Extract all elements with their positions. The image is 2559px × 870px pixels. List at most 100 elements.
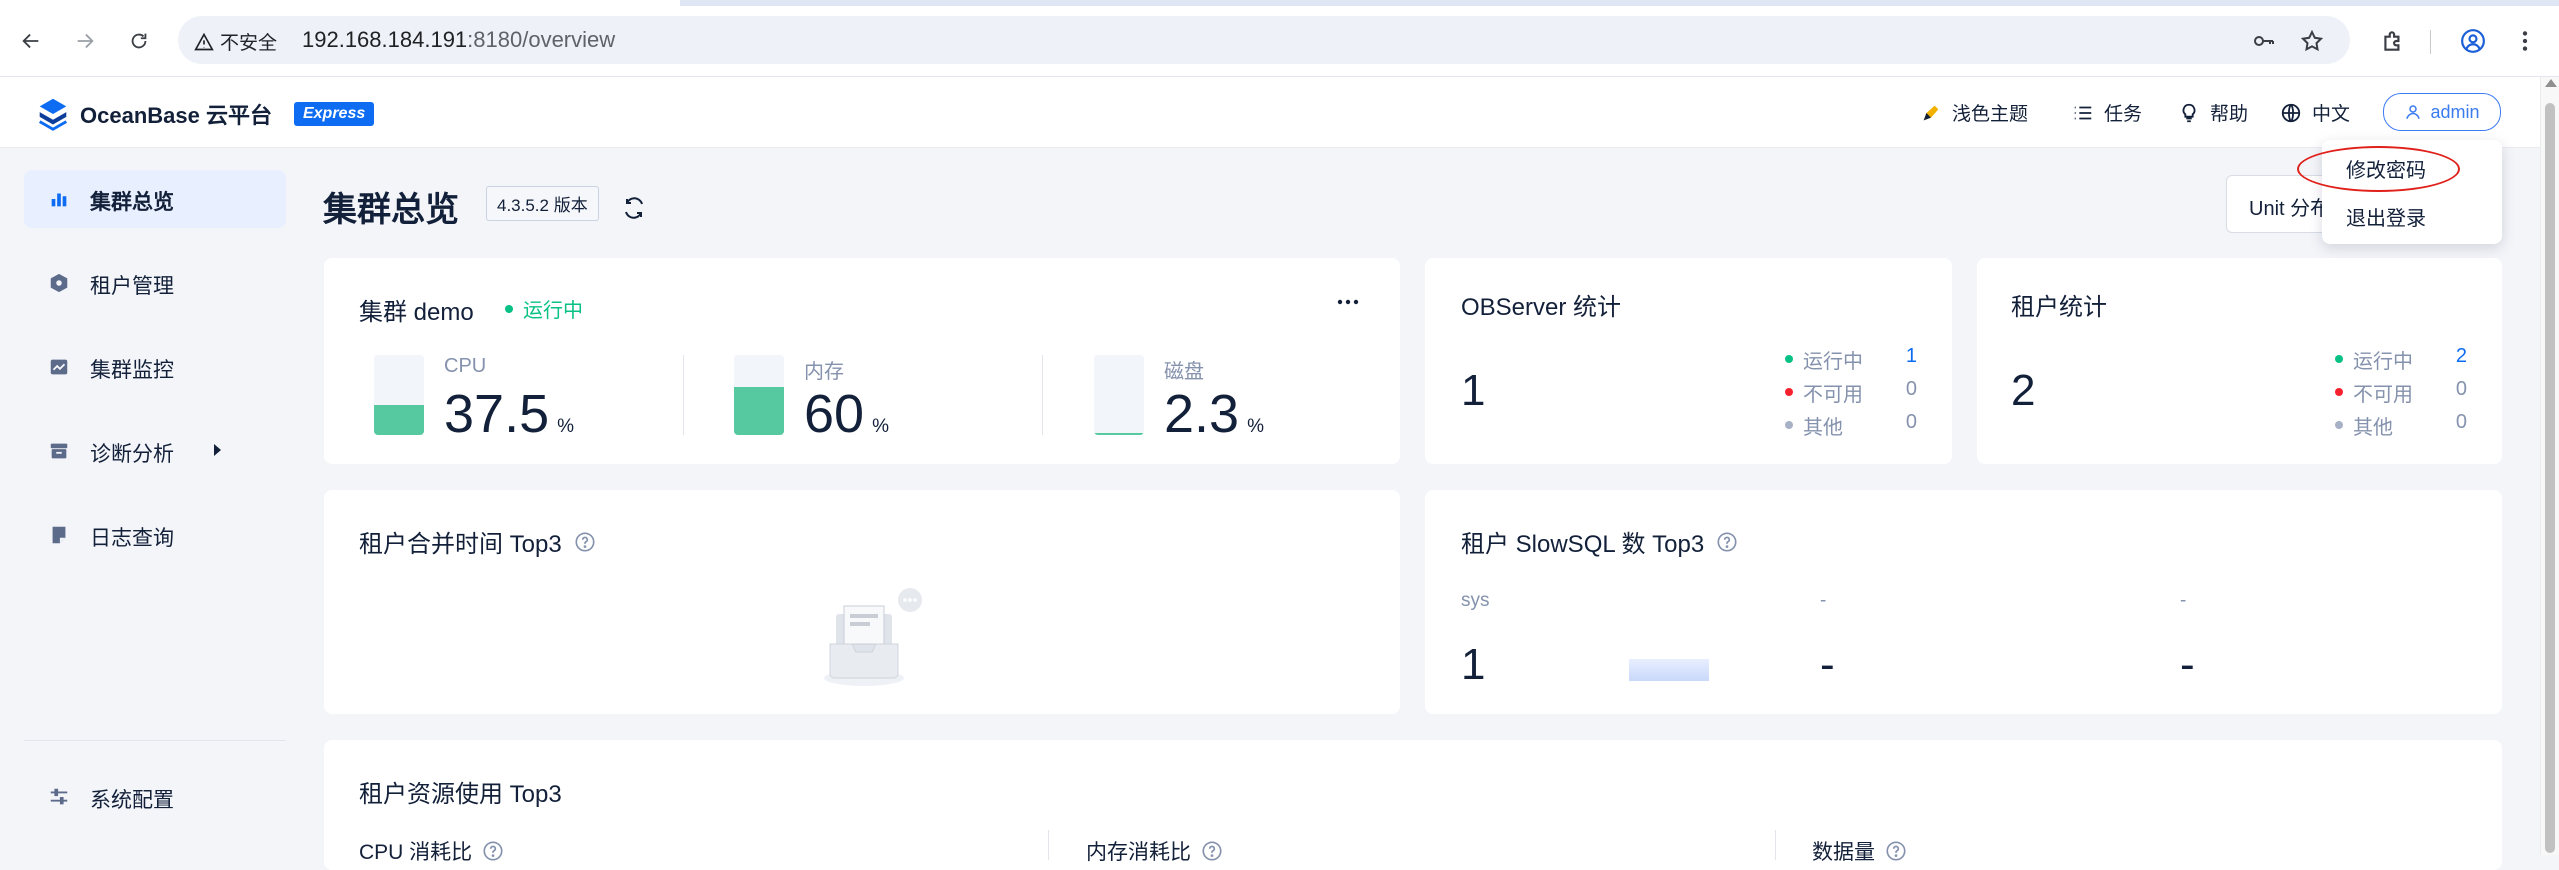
slowsql-count: 1 bbox=[1461, 640, 1486, 689]
resource-col-cpu: CPU 消耗比 bbox=[359, 836, 504, 866]
cluster-status: 运行中 bbox=[505, 294, 583, 323]
oceanbase-logo-icon bbox=[38, 98, 68, 131]
metric-number: 60 bbox=[804, 384, 865, 444]
url-text[interactable]: 192.168.184.191:8180/overview bbox=[302, 27, 615, 53]
help-link[interactable]: 帮助 bbox=[2178, 99, 2248, 126]
url-host: 192.168.184.191 bbox=[302, 27, 468, 52]
cluster-title: 集群 demo bbox=[359, 299, 474, 326]
metric-number: 37.5 bbox=[444, 384, 550, 444]
help-circle-icon[interactable] bbox=[482, 840, 504, 862]
status-label: 其他 bbox=[2353, 417, 2393, 439]
metric-unit: % bbox=[1247, 416, 1264, 437]
metric-label: CPU bbox=[444, 355, 487, 377]
status-count: 1 bbox=[1905, 345, 1917, 367]
highlight-annotation bbox=[2297, 146, 2460, 192]
merge-card-title: 租户合并时间 Top3 bbox=[359, 524, 596, 559]
reload-icon[interactable] bbox=[126, 28, 152, 54]
resource-col-label: CPU 消耗比 bbox=[359, 841, 473, 864]
metric-label: 磁盘 bbox=[1164, 361, 1204, 383]
metric-value: 60% bbox=[804, 387, 889, 441]
logout-item[interactable]: 退出登录 bbox=[2346, 202, 2426, 231]
observer-total: 1 bbox=[1461, 366, 1486, 415]
help-circle-icon[interactable] bbox=[1885, 840, 1907, 862]
slowsql-card-title-text: 租户 SlowSQL 数 Top3 bbox=[1461, 531, 1705, 558]
help-circle-icon[interactable] bbox=[574, 531, 596, 553]
theme-switch[interactable]: 浅色主题 bbox=[1920, 99, 2028, 126]
language-switch[interactable]: 中文 bbox=[2280, 99, 2350, 126]
empty-data-icon bbox=[824, 588, 922, 686]
bar-chart-icon bbox=[48, 188, 70, 210]
metric-value: 37.5% bbox=[444, 387, 574, 441]
cluster-status-label: 运行中 bbox=[523, 300, 583, 322]
sidebar-item-cluster-overview[interactable]: 集群总览 bbox=[24, 170, 286, 228]
resource-divider bbox=[1048, 830, 1049, 860]
status-row-other: 其他 0 bbox=[2335, 411, 2467, 444]
status-dot bbox=[1785, 421, 1793, 429]
help-circle-icon[interactable] bbox=[1201, 840, 1223, 862]
sidebar-item-diagnosis[interactable]: 诊断分析 bbox=[24, 422, 286, 480]
refresh-icon[interactable] bbox=[622, 196, 646, 220]
status-label: 不可用 bbox=[1803, 384, 1863, 406]
language-label: 中文 bbox=[2312, 104, 2351, 125]
help-circle-icon[interactable] bbox=[1716, 531, 1738, 553]
cpu-gauge-fill bbox=[374, 405, 424, 435]
back-arrow-icon[interactable] bbox=[18, 28, 44, 54]
metric-divider bbox=[1042, 355, 1043, 435]
observer-status-list: 运行中 1 不可用 0 其他 0 bbox=[1785, 345, 1917, 444]
address-bar[interactable]: 不安全 192.168.184.191:8180/overview bbox=[178, 16, 2350, 64]
scroll-up-arrow-icon[interactable] bbox=[2545, 79, 2557, 87]
toolbar-separator bbox=[2430, 30, 2431, 54]
security-label: 不安全 bbox=[220, 33, 278, 54]
version-tag: 4.3.5.2 版本 bbox=[486, 186, 599, 221]
settings-sliders-icon bbox=[48, 786, 70, 808]
slowsql-card-title: 租户 SlowSQL 数 Top3 bbox=[1461, 524, 1738, 559]
metric-label: 内存 bbox=[804, 361, 844, 383]
slowsql-count: - bbox=[1820, 640, 1835, 689]
scroll-thumb[interactable] bbox=[2545, 103, 2555, 853]
sidebar-divider bbox=[24, 740, 286, 741]
status-count: 0 bbox=[1905, 378, 1917, 400]
status-count: 2 bbox=[2455, 345, 2467, 367]
more-options-icon[interactable] bbox=[1334, 290, 1362, 314]
extensions-puzzle-icon[interactable] bbox=[2380, 28, 2406, 54]
tasks-link[interactable]: 任务 bbox=[2072, 99, 2142, 126]
logo-text: OceanBase 云平台 bbox=[80, 103, 272, 128]
disk-gauge bbox=[1094, 355, 1144, 435]
sidebar-item-label: 租户管理 bbox=[90, 275, 174, 298]
paint-brush-icon bbox=[1923, 105, 1939, 120]
status-row-running: 运行中 1 bbox=[1785, 345, 1917, 378]
app-logo[interactable]: OceanBase 云平台 Express bbox=[34, 95, 375, 133]
sidebar-item-system-config[interactable]: 系统配置 bbox=[24, 768, 286, 826]
resource-card-title: 租户资源使用 Top3 bbox=[359, 781, 562, 808]
forward-arrow-icon[interactable] bbox=[72, 28, 98, 54]
security-warning[interactable]: 不安全 bbox=[194, 28, 277, 55]
sidebar-item-cluster-monitor[interactable]: 集群监控 bbox=[24, 338, 286, 396]
profile-avatar-icon[interactable] bbox=[2460, 28, 2486, 54]
status-label: 运行中 bbox=[2353, 351, 2413, 373]
tenant-card-title: 租户统计 bbox=[2011, 294, 2107, 321]
resource-col-memory: 内存消耗比 bbox=[1086, 836, 1223, 866]
status-dot bbox=[2335, 355, 2343, 363]
lightbulb-icon bbox=[2182, 103, 2196, 122]
tenant-name: sys bbox=[1461, 590, 1490, 611]
sidebar-item-label: 集群监控 bbox=[90, 359, 174, 382]
express-badge: Express bbox=[293, 102, 375, 126]
cpu-metric: CPU 37.5% bbox=[374, 355, 674, 455]
status-row-unavailable: 不可用 0 bbox=[1785, 378, 1917, 411]
sidebar-item-tenant-management[interactable]: 租户管理 bbox=[24, 254, 286, 312]
app-header: OceanBase 云平台 Express 浅色主题 任务 帮助 中文 admi… bbox=[0, 77, 2540, 148]
help-label: 帮助 bbox=[2210, 104, 2249, 125]
page-scrollbar[interactable] bbox=[2540, 77, 2559, 855]
metric-divider bbox=[683, 355, 684, 435]
diagnosis-box-icon bbox=[48, 440, 70, 462]
caret-right-icon[interactable] bbox=[214, 444, 221, 456]
metric-unit: % bbox=[557, 416, 575, 437]
bookmark-star-icon[interactable] bbox=[2300, 29, 2324, 53]
password-key-icon[interactable] bbox=[2252, 29, 2276, 53]
log-file-icon bbox=[48, 524, 70, 546]
sidebar-item-log-query[interactable]: 日志查询 bbox=[24, 506, 286, 564]
browser-menu-icon[interactable] bbox=[2512, 28, 2538, 54]
slowsql-trend-bar bbox=[1629, 659, 1709, 681]
user-menu-button[interactable]: admin bbox=[2383, 93, 2501, 131]
globe-icon bbox=[2281, 103, 2301, 122]
